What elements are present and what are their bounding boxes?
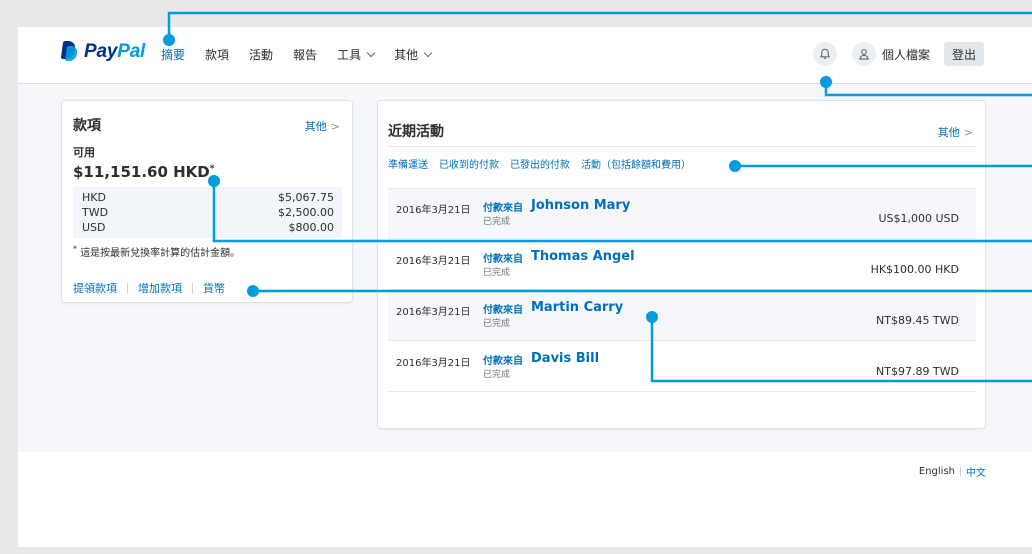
- top-header: PayPal 摘要 款項 活動 報告 工具 其他 個人檔案 登出: [18, 27, 1032, 84]
- available-label: 可用: [73, 146, 95, 159]
- asterisk: *: [209, 164, 215, 174]
- note-text: 這是按最新兌換率計算的估計金額。: [80, 248, 241, 259]
- nav-tools-label: 工具: [337, 48, 362, 62]
- page-frame: PayPal 摘要 款項 活動 報告 工具 其他 個人檔案 登出 款項 其他 > …: [18, 27, 1032, 547]
- currency-code: HKD: [82, 191, 106, 204]
- transaction-row[interactable]: 2016年3月21日 付款來自 Johnson Mary 已完成 US$1,00…: [388, 189, 976, 239]
- nav-more[interactable]: 其他: [394, 46, 433, 63]
- nav-money[interactable]: 款項: [205, 46, 229, 63]
- filter-all-activity[interactable]: 活動（包括餘額和費用）: [581, 156, 691, 171]
- currency-breakdown: HKD $5,067.75 TWD $2,500.00 USD $800.00: [73, 187, 342, 238]
- tx-date: 2016年3月21日: [396, 205, 471, 216]
- tx-amount: NT$89.45 TWD: [876, 314, 959, 327]
- nav-more-label: 其他: [394, 48, 419, 62]
- activity-title: 近期活動: [388, 124, 444, 140]
- tx-status: 已完成: [483, 268, 511, 278]
- tx-date: 2016年3月21日: [396, 358, 471, 369]
- tx-date: 2016年3月21日: [396, 307, 471, 318]
- lang-english[interactable]: English: [919, 466, 955, 477]
- tx-status: 已完成: [483, 370, 511, 380]
- language-switcher: English 中文: [919, 464, 986, 479]
- balance-more-link[interactable]: 其他 >: [305, 118, 340, 134]
- tx-amount: US$1,000 USD: [878, 212, 959, 225]
- currency-code: TWD: [82, 206, 109, 219]
- tx-amount: NT$97.89 TWD: [876, 365, 959, 378]
- activity-more-label: 其他: [937, 126, 960, 139]
- transaction-row[interactable]: 2016年3月21日 付款來自 Martin Carry 已完成 NT$89.4…: [388, 291, 976, 341]
- note-asterisk: *: [73, 244, 77, 254]
- tx-status: 已完成: [483, 217, 511, 227]
- transaction-row[interactable]: 2016年3月21日 付款來自 Davis Bill 已完成 NT$97.89 …: [388, 342, 976, 392]
- available-balance: $11,151.60 HKD*: [73, 163, 214, 181]
- transaction-row[interactable]: 2016年3月21日 付款來自 Thomas Angel 已完成 HK$100.…: [388, 240, 976, 290]
- activity-filters: 準備運送 已收到的付款 已發出的付款 活動（包括餘額和費用）: [388, 156, 702, 171]
- tx-name[interactable]: Martin Carry: [531, 300, 623, 315]
- currency-amount: $800.00: [288, 221, 335, 234]
- paypal-logo[interactable]: PayPal: [60, 41, 145, 63]
- chevron-down-icon: [423, 48, 433, 58]
- main-nav: 摘要 款項 活動 報告 工具 其他: [161, 46, 451, 63]
- nav-reports[interactable]: 報告: [293, 46, 317, 63]
- divider: [388, 146, 976, 147]
- tx-name[interactable]: Davis Bill: [531, 351, 599, 366]
- chevron-down-icon: [366, 48, 376, 58]
- chevron-right-icon: >: [963, 126, 973, 139]
- tx-type: 付款來自: [483, 203, 523, 214]
- tx-type: 付款來自: [483, 305, 523, 316]
- available-amount: $11,151.60 HKD: [73, 163, 210, 181]
- tx-name[interactable]: Thomas Angel: [531, 249, 635, 264]
- nav-tools[interactable]: 工具: [337, 46, 376, 63]
- chevron-right-icon: >: [330, 120, 340, 133]
- tx-name[interactable]: Johnson Mary: [531, 198, 630, 213]
- tx-status: 已完成: [483, 319, 511, 329]
- lang-chinese[interactable]: 中文: [966, 464, 986, 479]
- filter-ready-to-ship[interactable]: 準備運送: [388, 156, 428, 171]
- bell-icon: [819, 48, 831, 59]
- balance-more-label: 其他: [304, 120, 327, 133]
- tx-amount: HK$100.00 HKD: [870, 263, 959, 276]
- activity-more-link[interactable]: 其他 >: [938, 124, 973, 140]
- filter-sent[interactable]: 已發出的付款: [510, 156, 570, 171]
- currency-row: TWD $2,500.00: [82, 205, 334, 220]
- currency-code: USD: [82, 221, 106, 234]
- footer: English 中文: [18, 452, 1032, 547]
- balance-title: 款項: [73, 118, 101, 134]
- divider: [127, 282, 128, 294]
- tx-type: 付款來自: [483, 356, 523, 367]
- currency-amount: $5,067.75: [278, 191, 334, 204]
- profile-link[interactable]: 個人檔案: [852, 42, 930, 66]
- nav-activity[interactable]: 活動: [249, 46, 273, 63]
- balance-card: 款項 其他 > 可用 $11,151.60 HKD* HKD $5,067.75 T…: [61, 100, 353, 303]
- currency-link[interactable]: 貨幣: [203, 280, 225, 296]
- balance-actions: 提領款項 增加款項 貨幣: [73, 280, 225, 296]
- divider: [960, 466, 961, 477]
- profile-label: 個人檔案: [882, 47, 931, 62]
- add-money-link[interactable]: 增加款項: [138, 280, 182, 296]
- currency-row: HKD $5,067.75: [82, 190, 334, 205]
- user-icon: [852, 42, 876, 66]
- logo-text: PayPal: [84, 41, 146, 62]
- nav-summary[interactable]: 摘要: [161, 46, 185, 63]
- notification-button[interactable]: [813, 42, 837, 66]
- currency-row: USD $800.00: [82, 220, 334, 235]
- withdraw-link[interactable]: 提領款項: [73, 280, 117, 296]
- filter-received[interactable]: 已收到的付款: [439, 156, 499, 171]
- divider: [192, 282, 193, 294]
- paypal-p-icon: [60, 41, 79, 63]
- exchange-note: * 這是按最新兌換率計算的估計金額。: [73, 244, 240, 259]
- tx-type: 付款來自: [483, 254, 523, 265]
- recent-activity-card: 近期活動 其他 > 準備運送 已收到的付款 已發出的付款 活動（包括餘額和費用） …: [377, 100, 986, 429]
- tx-date: 2016年3月21日: [396, 256, 471, 267]
- currency-amount: $2,500.00: [278, 206, 334, 219]
- logout-button[interactable]: 登出: [944, 42, 985, 66]
